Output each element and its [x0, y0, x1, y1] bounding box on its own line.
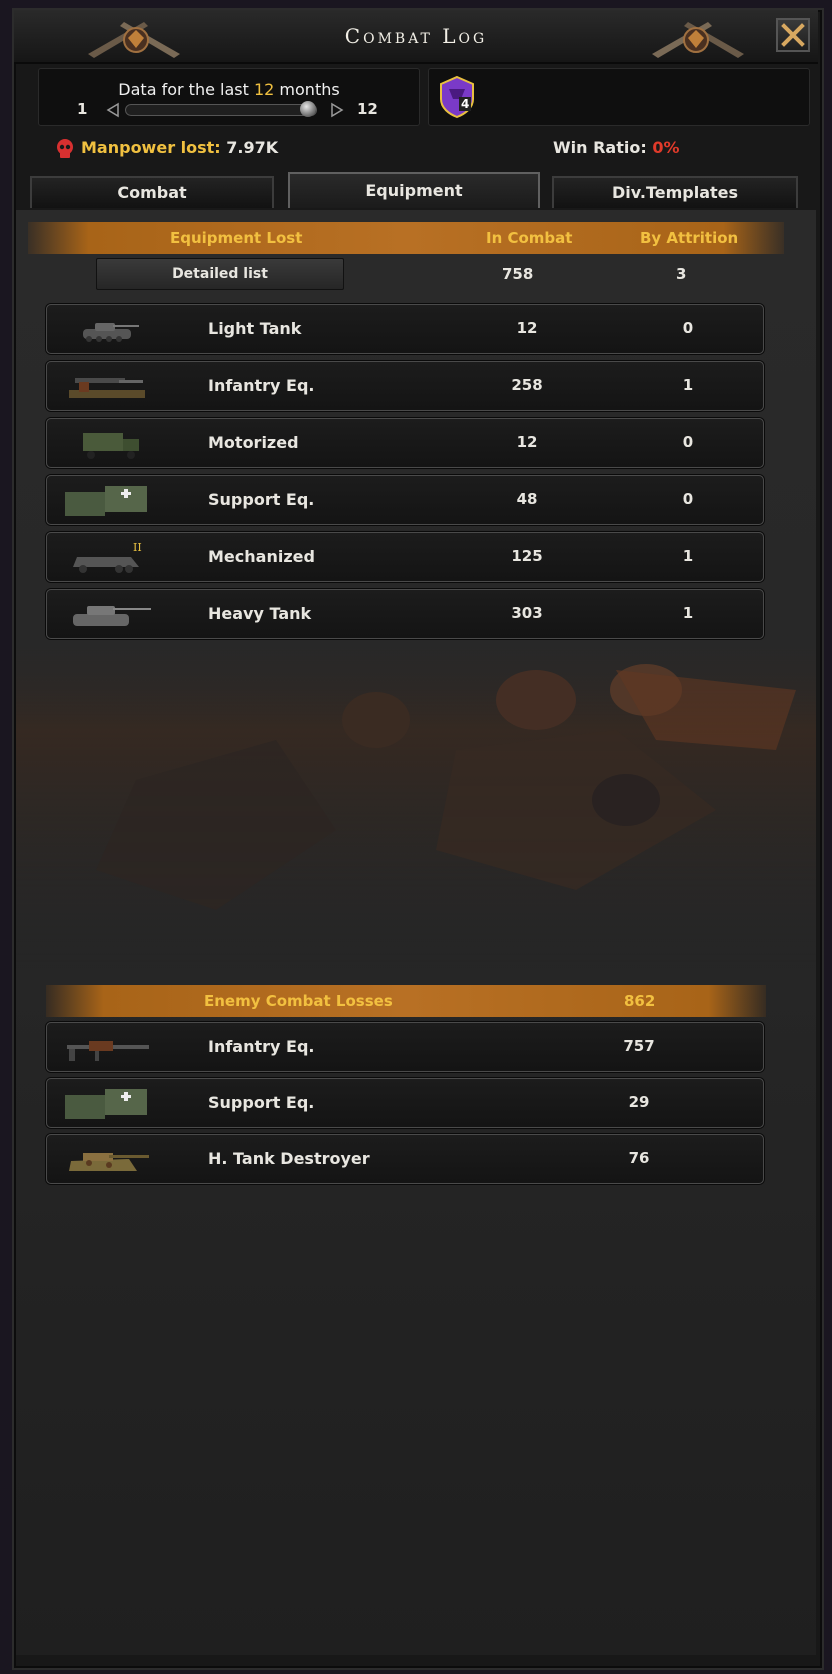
support-equipment-icon — [65, 486, 147, 516]
detailed-list-button[interactable]: Detailed list — [96, 258, 344, 290]
equipment-content: Equipment Lost In Combat By Attrition De… — [16, 210, 816, 1655]
tab-div-templates[interactable]: Div.Templates — [552, 176, 798, 208]
in-combat-value: 258 — [511, 376, 543, 394]
mechanized-halftrack-icon: II — [73, 541, 142, 573]
slider-right-arrow-icon[interactable] — [329, 102, 345, 118]
enemy-row-tank-destroyer[interactable]: H. Tank Destroyer 76 — [46, 1134, 764, 1184]
in-combat-value: 12 — [516, 433, 538, 451]
enemy-loss-value: 757 — [623, 1037, 655, 1055]
tank-destroyer-icon — [69, 1153, 149, 1171]
equipment-name: Mechanized — [208, 547, 315, 566]
in-combat-value: 303 — [511, 604, 543, 622]
badge-value: 4 — [459, 97, 472, 111]
enemy-row-support-eq[interactable]: Support Eq. 29 — [46, 1078, 764, 1128]
enemy-row-infantry-eq[interactable]: Infantry Eq. 757 — [46, 1022, 764, 1072]
equipment-lost-header: Equipment Lost In Combat By Attrition — [28, 222, 784, 254]
equipment-name: Motorized — [208, 433, 299, 452]
enemy-loss-value: 76 — [628, 1149, 650, 1167]
equipment-name: Support Eq. — [208, 1093, 315, 1112]
slider-left-arrow-icon[interactable] — [105, 102, 121, 118]
slider-min-label: 1 — [77, 100, 88, 118]
equipment-name: Infantry Eq. — [208, 376, 315, 395]
by-attrition-label: By Attrition — [640, 229, 739, 247]
purple-shield-badge-icon[interactable]: 4 — [435, 75, 479, 119]
total-in-combat: 758 — [502, 265, 534, 283]
infantry-equipment-icon — [69, 378, 145, 398]
in-combat-value: 48 — [516, 490, 538, 508]
in-combat-value: 12 — [516, 319, 538, 337]
heavy-tank-icon — [73, 606, 151, 626]
in-combat-value: 125 — [511, 547, 543, 565]
title-bar: Combat Log — [14, 10, 818, 64]
light-tank-icon — [83, 323, 139, 342]
tab-combat[interactable]: Combat — [30, 176, 274, 208]
badge-panel: 4 — [428, 68, 810, 126]
by-attrition-value: 1 — [682, 604, 694, 622]
infantry-rifle-icon — [67, 1041, 149, 1061]
equipment-name: Light Tank — [208, 319, 302, 338]
time-filter-label: Data for the last 12 months — [118, 80, 340, 99]
equipment-row-infantry-eq[interactable]: Infantry Eq. 258 1 — [46, 361, 764, 411]
skull-icon — [57, 139, 73, 158]
time-filter-panel: Data for the last 12 months 1 12 — [38, 68, 420, 126]
tab-equipment[interactable]: Equipment — [288, 172, 540, 208]
close-button[interactable] — [776, 18, 810, 52]
equipment-row-motorized[interactable]: Motorized 12 0 — [46, 418, 764, 468]
close-x-icon — [781, 23, 805, 47]
equipment-name: H. Tank Destroyer — [208, 1149, 370, 1168]
slider-max-label: 12 — [357, 100, 378, 118]
equipment-name: Infantry Eq. — [208, 1037, 315, 1056]
total-by-attrition: 3 — [676, 265, 687, 283]
equipment-row-support-eq[interactable]: Support Eq. 48 0 — [46, 475, 764, 525]
enemy-loss-value: 29 — [628, 1093, 650, 1111]
by-attrition-value: 1 — [682, 376, 694, 394]
crossed-swords-ornament-icon — [652, 22, 744, 58]
by-attrition-value: 0 — [682, 490, 694, 508]
equipment-row-heavy-tank[interactable]: Heavy Tank 303 1 — [46, 589, 764, 639]
win-ratio: Win Ratio: 0% — [553, 138, 680, 157]
in-combat-label: In Combat — [486, 229, 573, 247]
soldiers-background-art — [16, 630, 816, 970]
equipment-row-mechanized[interactable]: II Mechanized 125 1 — [46, 532, 764, 582]
by-attrition-value: 0 — [682, 319, 694, 337]
equipment-lost-label: Equipment Lost — [170, 229, 303, 247]
months-value: 12 — [253, 80, 275, 99]
svg-text:II: II — [133, 541, 142, 554]
enemy-losses-total: 862 — [624, 992, 656, 1010]
equipment-name: Heavy Tank — [208, 604, 312, 623]
by-attrition-value: 1 — [682, 547, 694, 565]
equipment-name: Support Eq. — [208, 490, 315, 509]
slider-knob[interactable] — [300, 101, 316, 117]
by-attrition-value: 0 — [682, 433, 694, 451]
manpower-lost: Manpower lost: 7.97K — [81, 138, 279, 157]
enemy-losses-header: Enemy Combat Losses 862 — [46, 985, 766, 1017]
equipment-row-light-tank[interactable]: Light Tank 12 0 — [46, 304, 764, 354]
manpower-lost-value: 7.97K — [226, 138, 279, 157]
support-equipment-icon — [65, 1089, 147, 1119]
win-ratio-value: 0% — [652, 138, 680, 157]
motorized-truck-icon — [83, 433, 139, 459]
months-slider[interactable] — [125, 101, 317, 117]
enemy-losses-label: Enemy Combat Losses — [204, 992, 393, 1010]
